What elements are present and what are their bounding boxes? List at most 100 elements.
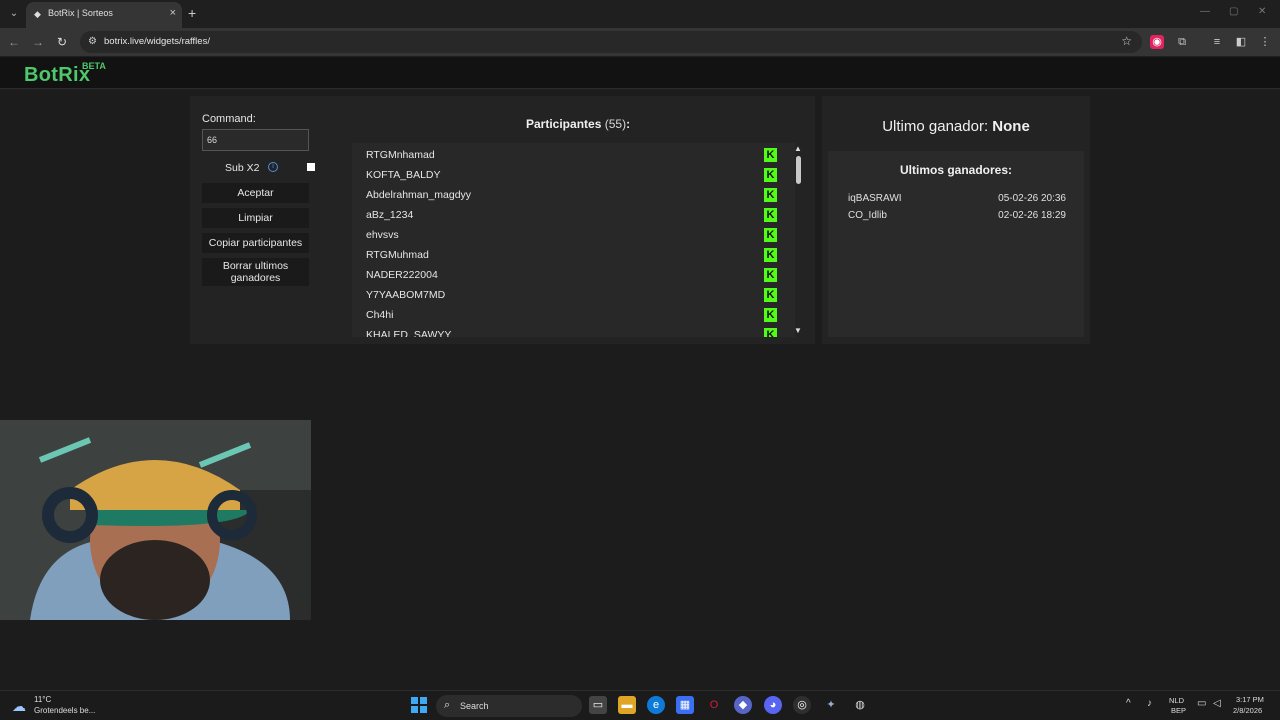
bookmark-star-icon[interactable]: ☆ xyxy=(1121,34,1132,48)
browser-tabbar: ⌄ ◆ BotRix | Sorteos × + — ▢ ✕ xyxy=(0,0,1280,28)
command-input[interactable]: 66 xyxy=(202,129,309,151)
scroll-down-icon[interactable]: ▼ xyxy=(794,326,802,335)
kick-icon: K xyxy=(764,168,777,182)
list-item[interactable]: KOFTA_BALDY xyxy=(366,169,441,181)
raffle-panel: Command: 66 Sub X2 i Aceptar Limpiar Cop… xyxy=(190,96,815,344)
scrollbar-thumb[interactable] xyxy=(796,156,801,184)
opera-icon[interactable]: O xyxy=(705,696,723,714)
reload-icon[interactable]: ↻ xyxy=(54,34,70,50)
start-button[interactable] xyxy=(411,697,427,713)
microphone-icon[interactable]: ♪ xyxy=(1147,698,1152,709)
participants-colon: : xyxy=(626,117,631,131)
list-item[interactable]: NADER222004 xyxy=(366,269,438,281)
list-item[interactable]: KHALED_SAWYY xyxy=(366,329,451,337)
keyboard-layout[interactable]: BEP xyxy=(1171,706,1186,715)
copy-participants-button[interactable]: Copiar participantes xyxy=(202,233,309,253)
site-header: BotRix BETA xyxy=(0,57,1280,89)
list-item[interactable]: Abdelrahman_magdyy xyxy=(366,189,471,201)
chrome-icon[interactable]: ◎ xyxy=(793,696,811,714)
participants-title: Participantes (55): xyxy=(526,117,630,131)
extension-icon[interactable]: ◉ xyxy=(1150,35,1164,49)
command-label: Command: xyxy=(202,113,256,125)
edge-icon[interactable]: e xyxy=(647,696,665,714)
tab-title: BotRix | Sorteos xyxy=(48,8,113,18)
sub-x2-checkbox[interactable] xyxy=(307,163,315,171)
address-bar[interactable]: ⚙ botrix.live/widgets/raffles/ ☆ xyxy=(80,31,1142,53)
weather-temp[interactable]: 11°C xyxy=(34,695,51,704)
list-item[interactable]: Y7YAABOM7MD xyxy=(366,289,445,301)
info-icon[interactable]: i xyxy=(268,162,278,172)
list-item[interactable]: aBz_1234 xyxy=(366,209,413,221)
store-icon[interactable]: ▦ xyxy=(676,696,694,714)
participants-title-text: Participantes xyxy=(526,117,602,131)
webcam-overlay xyxy=(0,420,311,620)
kick-icon: K xyxy=(764,208,777,222)
app-icon[interactable]: ◆ xyxy=(734,696,752,714)
language-code[interactable]: NLD xyxy=(1169,696,1184,705)
last-winner-label: Ultimo ganador: xyxy=(882,118,989,135)
obs-icon[interactable]: ◍ xyxy=(851,696,869,714)
file-explorer-icon[interactable]: ▬ xyxy=(618,696,636,714)
participants-count: (55) xyxy=(604,117,627,131)
minimize-icon[interactable]: — xyxy=(1200,6,1210,17)
winner-date: 02-02-26 18:29 xyxy=(998,210,1066,221)
winners-box: Ultimos ganadores: iqBASRAWI 05-02-26 20… xyxy=(828,151,1084,337)
kick-icon: K xyxy=(764,188,777,202)
kick-icon: K xyxy=(764,268,777,282)
date[interactable]: 2/8/2026 xyxy=(1233,706,1262,715)
list-item[interactable]: Ch4hi xyxy=(366,309,393,321)
sub-x2-label: Sub X2 xyxy=(225,162,260,174)
new-tab-icon[interactable]: + xyxy=(188,5,196,21)
network-icon[interactable]: ▭ xyxy=(1197,698,1206,709)
scroll-up-icon[interactable]: ▲ xyxy=(794,144,802,153)
winner-panel: Ultimo ganador: None Ultimos ganadores: … xyxy=(822,96,1090,344)
steam-icon[interactable]: ✦ xyxy=(822,696,840,714)
winner-name: iqBASRAWI xyxy=(848,193,902,204)
list-item[interactable]: RTGMuhmad xyxy=(366,249,429,261)
delete-winners-line2: ganadores xyxy=(230,272,281,284)
kick-icon: K xyxy=(764,228,777,242)
browser-toolbar: ← → ↻ ⚙ botrix.live/widgets/raffles/ ☆ ◉… xyxy=(0,28,1280,56)
close-window-icon[interactable]: ✕ xyxy=(1258,6,1266,17)
menu-icon[interactable]: ⋮ xyxy=(1258,35,1272,49)
last-winner-value: None xyxy=(992,118,1030,135)
clear-button[interactable]: Limpiar xyxy=(202,208,309,228)
volume-icon[interactable]: ◁ xyxy=(1213,698,1221,709)
close-tab-icon[interactable]: × xyxy=(170,7,176,19)
tab-search-icon[interactable]: ⌄ xyxy=(6,6,22,22)
maximize-icon[interactable]: ▢ xyxy=(1229,6,1238,17)
discord-icon[interactable]: ◕ xyxy=(764,696,782,714)
delete-winners-line1: Borrar ultimos xyxy=(222,260,289,272)
list-item[interactable]: RTGMnhamad xyxy=(366,149,435,161)
url-text[interactable]: botrix.live/widgets/raffles/ xyxy=(104,36,210,47)
kick-icon: K xyxy=(764,248,777,262)
webcam-image xyxy=(0,420,311,620)
media-control-icon[interactable]: ≡ xyxy=(1210,35,1224,49)
profile-icon[interactable]: ◧ xyxy=(1234,35,1248,49)
extensions-puzzle-icon[interactable]: ⧉ xyxy=(1175,35,1189,49)
beta-badge: BETA xyxy=(82,61,106,71)
taskbar-search[interactable]: ⌕ Search xyxy=(436,695,582,717)
site-info-icon[interactable]: ⚙ xyxy=(88,36,97,47)
kick-icon: K xyxy=(764,288,777,302)
weather-icon[interactable]: ☁ xyxy=(12,698,26,715)
list-item[interactable]: ehvsvs xyxy=(366,229,399,241)
clock[interactable]: 3:17 PM xyxy=(1236,695,1264,704)
delete-winners-button[interactable]: Borrar ultimos ganadores xyxy=(202,258,309,286)
favicon-icon: ◆ xyxy=(34,9,41,19)
browser-tab[interactable]: ◆ BotRix | Sorteos × xyxy=(26,2,182,28)
search-icon: ⌕ xyxy=(444,699,451,711)
botrix-logo[interactable]: BotRix xyxy=(24,64,90,87)
kick-icon: K xyxy=(764,148,777,162)
task-view-icon[interactable]: ▭ xyxy=(589,696,607,714)
participants-list[interactable]: RTGMnhamad K KOFTA_BALDY K Abdelrahman_m… xyxy=(352,143,795,337)
tray-chevron-icon[interactable]: ^ xyxy=(1126,698,1131,709)
kick-icon: K xyxy=(764,308,777,322)
back-icon[interactable]: ← xyxy=(6,34,22,50)
winner-date: 05-02-26 20:36 xyxy=(998,193,1066,204)
accept-button[interactable]: Aceptar xyxy=(202,183,309,203)
winner-name: CO_Idlib xyxy=(848,210,887,221)
search-label: Search xyxy=(460,701,489,711)
weather-desc[interactable]: Grotendeels be... xyxy=(34,706,95,715)
forward-icon[interactable]: → xyxy=(30,34,46,50)
